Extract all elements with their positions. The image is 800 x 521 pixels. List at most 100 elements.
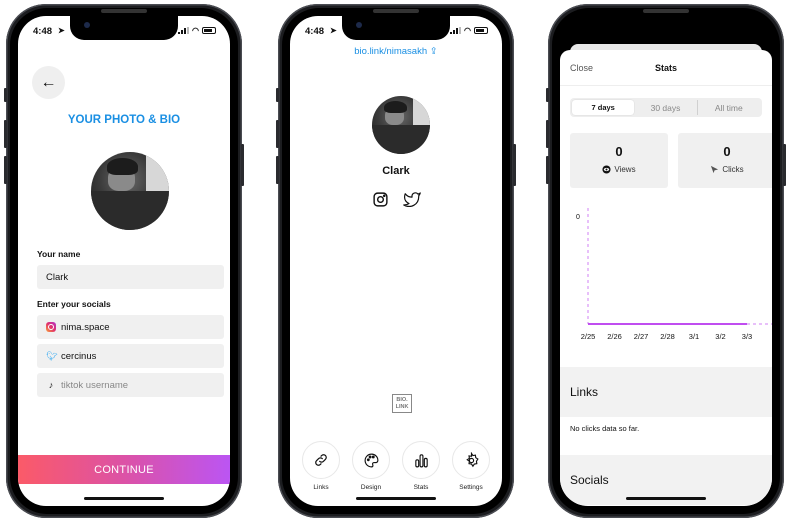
link-icon	[315, 454, 327, 466]
back-button[interactable]: ←	[32, 66, 65, 99]
bar-chart-icon	[414, 453, 428, 467]
front-camera	[84, 22, 90, 28]
wifi-icon: ◠	[464, 26, 471, 35]
signal-icon	[450, 27, 462, 34]
chart-svg	[587, 208, 772, 325]
no-clicks-message: No clicks data so far.	[570, 424, 640, 433]
profile-preview-screen: 4:48 ➤ ◠ bio.link/nimasakh ⇪ Clark BIO. …	[290, 16, 502, 506]
clicks-label: Clicks	[722, 165, 744, 174]
profile-name: Clark	[382, 165, 410, 177]
volume-down-button	[546, 156, 549, 184]
battery-icon	[202, 27, 216, 34]
tab-stats-label: Stats	[413, 484, 429, 491]
location-icon: ➤	[330, 26, 337, 35]
share-icon[interactable]: ⇪	[430, 46, 438, 57]
range-all-time[interactable]: All time	[696, 100, 760, 115]
tab-links-label: Links	[313, 484, 329, 491]
mute-switch	[546, 88, 549, 102]
arrow-left-icon: ←	[40, 73, 57, 91]
range-7-days[interactable]: 7 days	[572, 100, 635, 115]
sheet-title: Stats	[654, 63, 677, 73]
x-tick-label: 2/27	[633, 332, 649, 341]
logo-line-2: LINK	[395, 404, 409, 410]
tab-design-label: Design	[360, 484, 382, 491]
tab-design[interactable]: Design	[352, 441, 390, 491]
twitter-input[interactable]: 🐦︎ cercinus	[37, 344, 224, 368]
front-camera	[356, 22, 362, 28]
views-count: 0	[615, 144, 623, 159]
logo-line-1: BIO.	[396, 397, 408, 403]
x-tick-label: 2/25	[580, 332, 596, 341]
home-indicator	[84, 497, 164, 500]
signal-icon	[178, 27, 190, 34]
twitter-icon: 🐦︎	[46, 351, 58, 361]
stats-chart: 0 2/25 2/26 2/27 2/28 3/1 3/2 3/3	[570, 200, 772, 350]
notch	[342, 16, 450, 40]
tab-settings[interactable]: Settings	[452, 441, 490, 491]
clicks-card: 0 Clicks	[678, 133, 772, 188]
y-tick-label: 0	[576, 214, 580, 221]
volume-up-button	[276, 120, 279, 148]
volume-down-button	[4, 156, 7, 184]
profile-url-text: bio.link/nimasakh	[354, 46, 428, 57]
tab-settings-label: Settings	[459, 484, 483, 491]
wifi-icon: ◠	[192, 26, 199, 35]
name-label: Your name	[37, 249, 81, 259]
instagram-icon[interactable]	[371, 190, 389, 208]
x-tick-label: 3/1	[688, 332, 700, 341]
stats-sheet: Close Stats 7 days 30 days All time 0 Vi…	[560, 50, 772, 506]
x-tick-label: 2/26	[607, 332, 622, 341]
tab-links[interactable]: Links	[302, 441, 340, 491]
profile-url-link[interactable]: bio.link/nimasakh ⇪	[290, 46, 502, 57]
bottom-tab-bar: Links Design Stats Settings	[290, 441, 502, 491]
tiktok-input[interactable]: ♪ tiktok username	[37, 373, 224, 397]
twitter-input-value: cercinus	[61, 350, 97, 362]
name-input[interactable]: Clark	[37, 265, 224, 289]
biolink-logo: BIO. LINK	[392, 394, 412, 413]
stats-screen: Close Stats 7 days 30 days All time 0 Vi…	[560, 34, 772, 506]
instagram-icon	[46, 322, 56, 332]
power-button	[241, 144, 244, 186]
twitter-icon[interactable]	[403, 190, 421, 208]
speaker	[101, 9, 147, 13]
volume-up-button	[546, 120, 549, 148]
gear-icon	[465, 451, 479, 467]
notch	[70, 16, 178, 40]
profile-photo-upload[interactable]	[91, 152, 169, 230]
x-tick-label: 2/28	[660, 332, 675, 341]
location-icon: ➤	[58, 26, 65, 35]
continue-button[interactable]: CONTINUE	[18, 455, 230, 484]
power-button	[783, 144, 786, 186]
photo-bio-screen: 4:48 ➤ ◠ ← YOUR PHOTO & BIO Your name Cl…	[18, 16, 230, 506]
time-range-selector: 7 days 30 days All time	[570, 98, 762, 117]
views-card: 0 Views	[570, 133, 668, 188]
views-label: Views	[614, 165, 636, 174]
palette-icon	[364, 453, 378, 467]
page-title: YOUR PHOTO & BIO	[67, 114, 181, 126]
phone-frame-3: Close Stats 7 days 30 days All time 0 Vi…	[546, 4, 786, 518]
clicks-count: 0	[723, 144, 731, 159]
mute-switch	[276, 88, 279, 102]
cursor-icon	[711, 165, 719, 174]
phone-frame-1: 4:48 ➤ ◠ ← YOUR PHOTO & BIO Your name Cl…	[4, 4, 244, 518]
phone-frame-2: 4:48 ➤ ◠ bio.link/nimasakh ⇪ Clark BIO. …	[276, 4, 516, 518]
instagram-input[interactable]: nima.space	[37, 315, 224, 339]
tiktok-input-placeholder: tiktok username	[61, 379, 129, 391]
speaker	[643, 9, 689, 13]
sheet-header: Close Stats	[560, 50, 772, 86]
tiktok-icon: ♪	[48, 380, 54, 390]
status-time: 4:48	[305, 26, 325, 37]
volume-up-button	[4, 120, 7, 148]
x-tick-label: 3/3	[741, 332, 753, 341]
home-indicator	[356, 497, 436, 500]
links-section-heading: Links	[560, 367, 772, 417]
x-tick-label: 3/2	[715, 332, 726, 341]
instagram-input-value: nima.space	[61, 321, 110, 333]
eye-icon	[602, 165, 611, 174]
battery-icon	[474, 27, 488, 34]
speaker	[373, 9, 419, 13]
range-30-days[interactable]: 30 days	[634, 100, 696, 115]
profile-avatar	[372, 96, 430, 154]
power-button	[513, 144, 516, 186]
tab-stats[interactable]: Stats	[402, 441, 440, 491]
